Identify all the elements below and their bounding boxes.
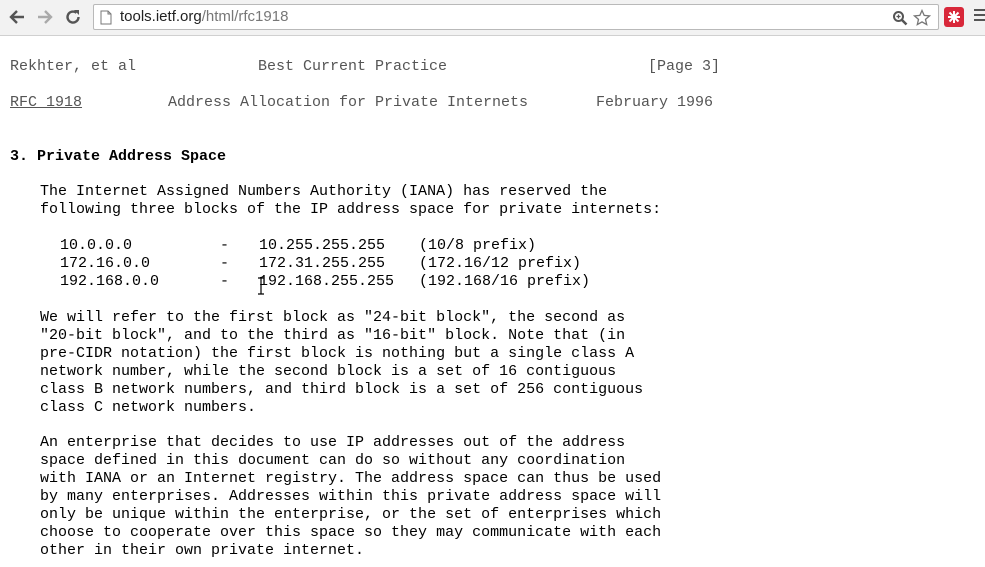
forward-arrow-icon [38, 10, 53, 24]
extension-button[interactable] [944, 7, 964, 27]
address-bar[interactable]: tools.ietf.org/html/rfc1918 [93, 4, 939, 30]
block-end: 10.255.255.255 [259, 237, 386, 254]
paragraph-line: space defined in this document can do so… [40, 452, 626, 469]
zoom-icon [893, 11, 908, 26]
block-dash: - [220, 273, 230, 290]
intro-line: The Internet Assigned Numbers Authority … [40, 183, 608, 200]
text-cursor-icon [258, 277, 264, 295]
paragraph-line: by many enterprises. Addresses within th… [40, 488, 662, 505]
paragraph-line: with IANA or an Internet registry. The a… [40, 470, 662, 487]
rfc-document: Rekhter, et al Best Current Practice [Pa… [0, 36, 985, 567]
url-path: /html/rfc1918 [201, 8, 289, 25]
back-button[interactable] [5, 5, 29, 29]
block-prefix: (172.16/12 prefix) [419, 255, 582, 272]
header-author: Rekhter, et al [10, 58, 137, 75]
menu-icon[interactable] [974, 9, 985, 25]
header-category: Best Current Practice [258, 58, 448, 75]
rfc-link[interactable]: RFC 1918 [10, 94, 82, 112]
bookmark-button[interactable] [912, 8, 932, 28]
paragraph-line: We will refer to the first block as "24-… [40, 309, 626, 326]
forward-button[interactable] [33, 5, 57, 29]
paragraph-line: other in their own private internet. [40, 542, 365, 559]
section-title: 3. Private Address Space [10, 148, 227, 165]
paragraph-line: network number, while the second block i… [40, 363, 617, 380]
block-start: 192.168.0.0 [60, 273, 160, 290]
paragraph-line: An enterprise that decides to use IP add… [40, 434, 626, 451]
paragraph-line: only be unique within the enterprise, or… [40, 506, 662, 523]
block-start: 172.16.0.0 [60, 255, 151, 272]
extension-icon [948, 11, 960, 23]
url-host: tools.ietf.org [120, 8, 202, 25]
browser-toolbar: tools.ietf.org/html/rfc1918 [0, 0, 985, 36]
page-icon [100, 10, 112, 25]
paragraph-line: class B network numbers, and third block… [40, 381, 644, 398]
block-start: 10.0.0.0 [60, 237, 133, 254]
block-dash: - [220, 255, 230, 272]
header-date: February 1996 [596, 94, 714, 111]
back-arrow-icon [9, 10, 24, 24]
header-page: [Page 3] [648, 58, 721, 75]
url-text: tools.ietf.org/html/rfc1918 [120, 5, 288, 29]
paragraph-line: "20-bit block", and to the third as "16-… [40, 327, 626, 344]
block-dash: - [220, 237, 230, 254]
paragraph-line: class C network numbers. [40, 399, 257, 416]
star-icon [913, 9, 931, 26]
reload-button[interactable] [61, 5, 85, 29]
intro-line: following three blocks of the IP address… [40, 201, 662, 218]
header-doc-title: Address Allocation for Private Internets [168, 94, 529, 111]
zoom-button[interactable] [890, 8, 910, 28]
block-end: 172.31.255.255 [259, 255, 386, 272]
paragraph-line: choose to cooperate over this space so t… [40, 524, 662, 541]
block-prefix: (10/8 prefix) [419, 237, 537, 254]
block-end: 192.168.255.255 [259, 273, 395, 290]
paragraph-line: pre-CIDR notation) the first block is no… [40, 345, 635, 362]
reload-icon [66, 10, 80, 24]
block-prefix: (192.168/16 prefix) [419, 273, 591, 290]
